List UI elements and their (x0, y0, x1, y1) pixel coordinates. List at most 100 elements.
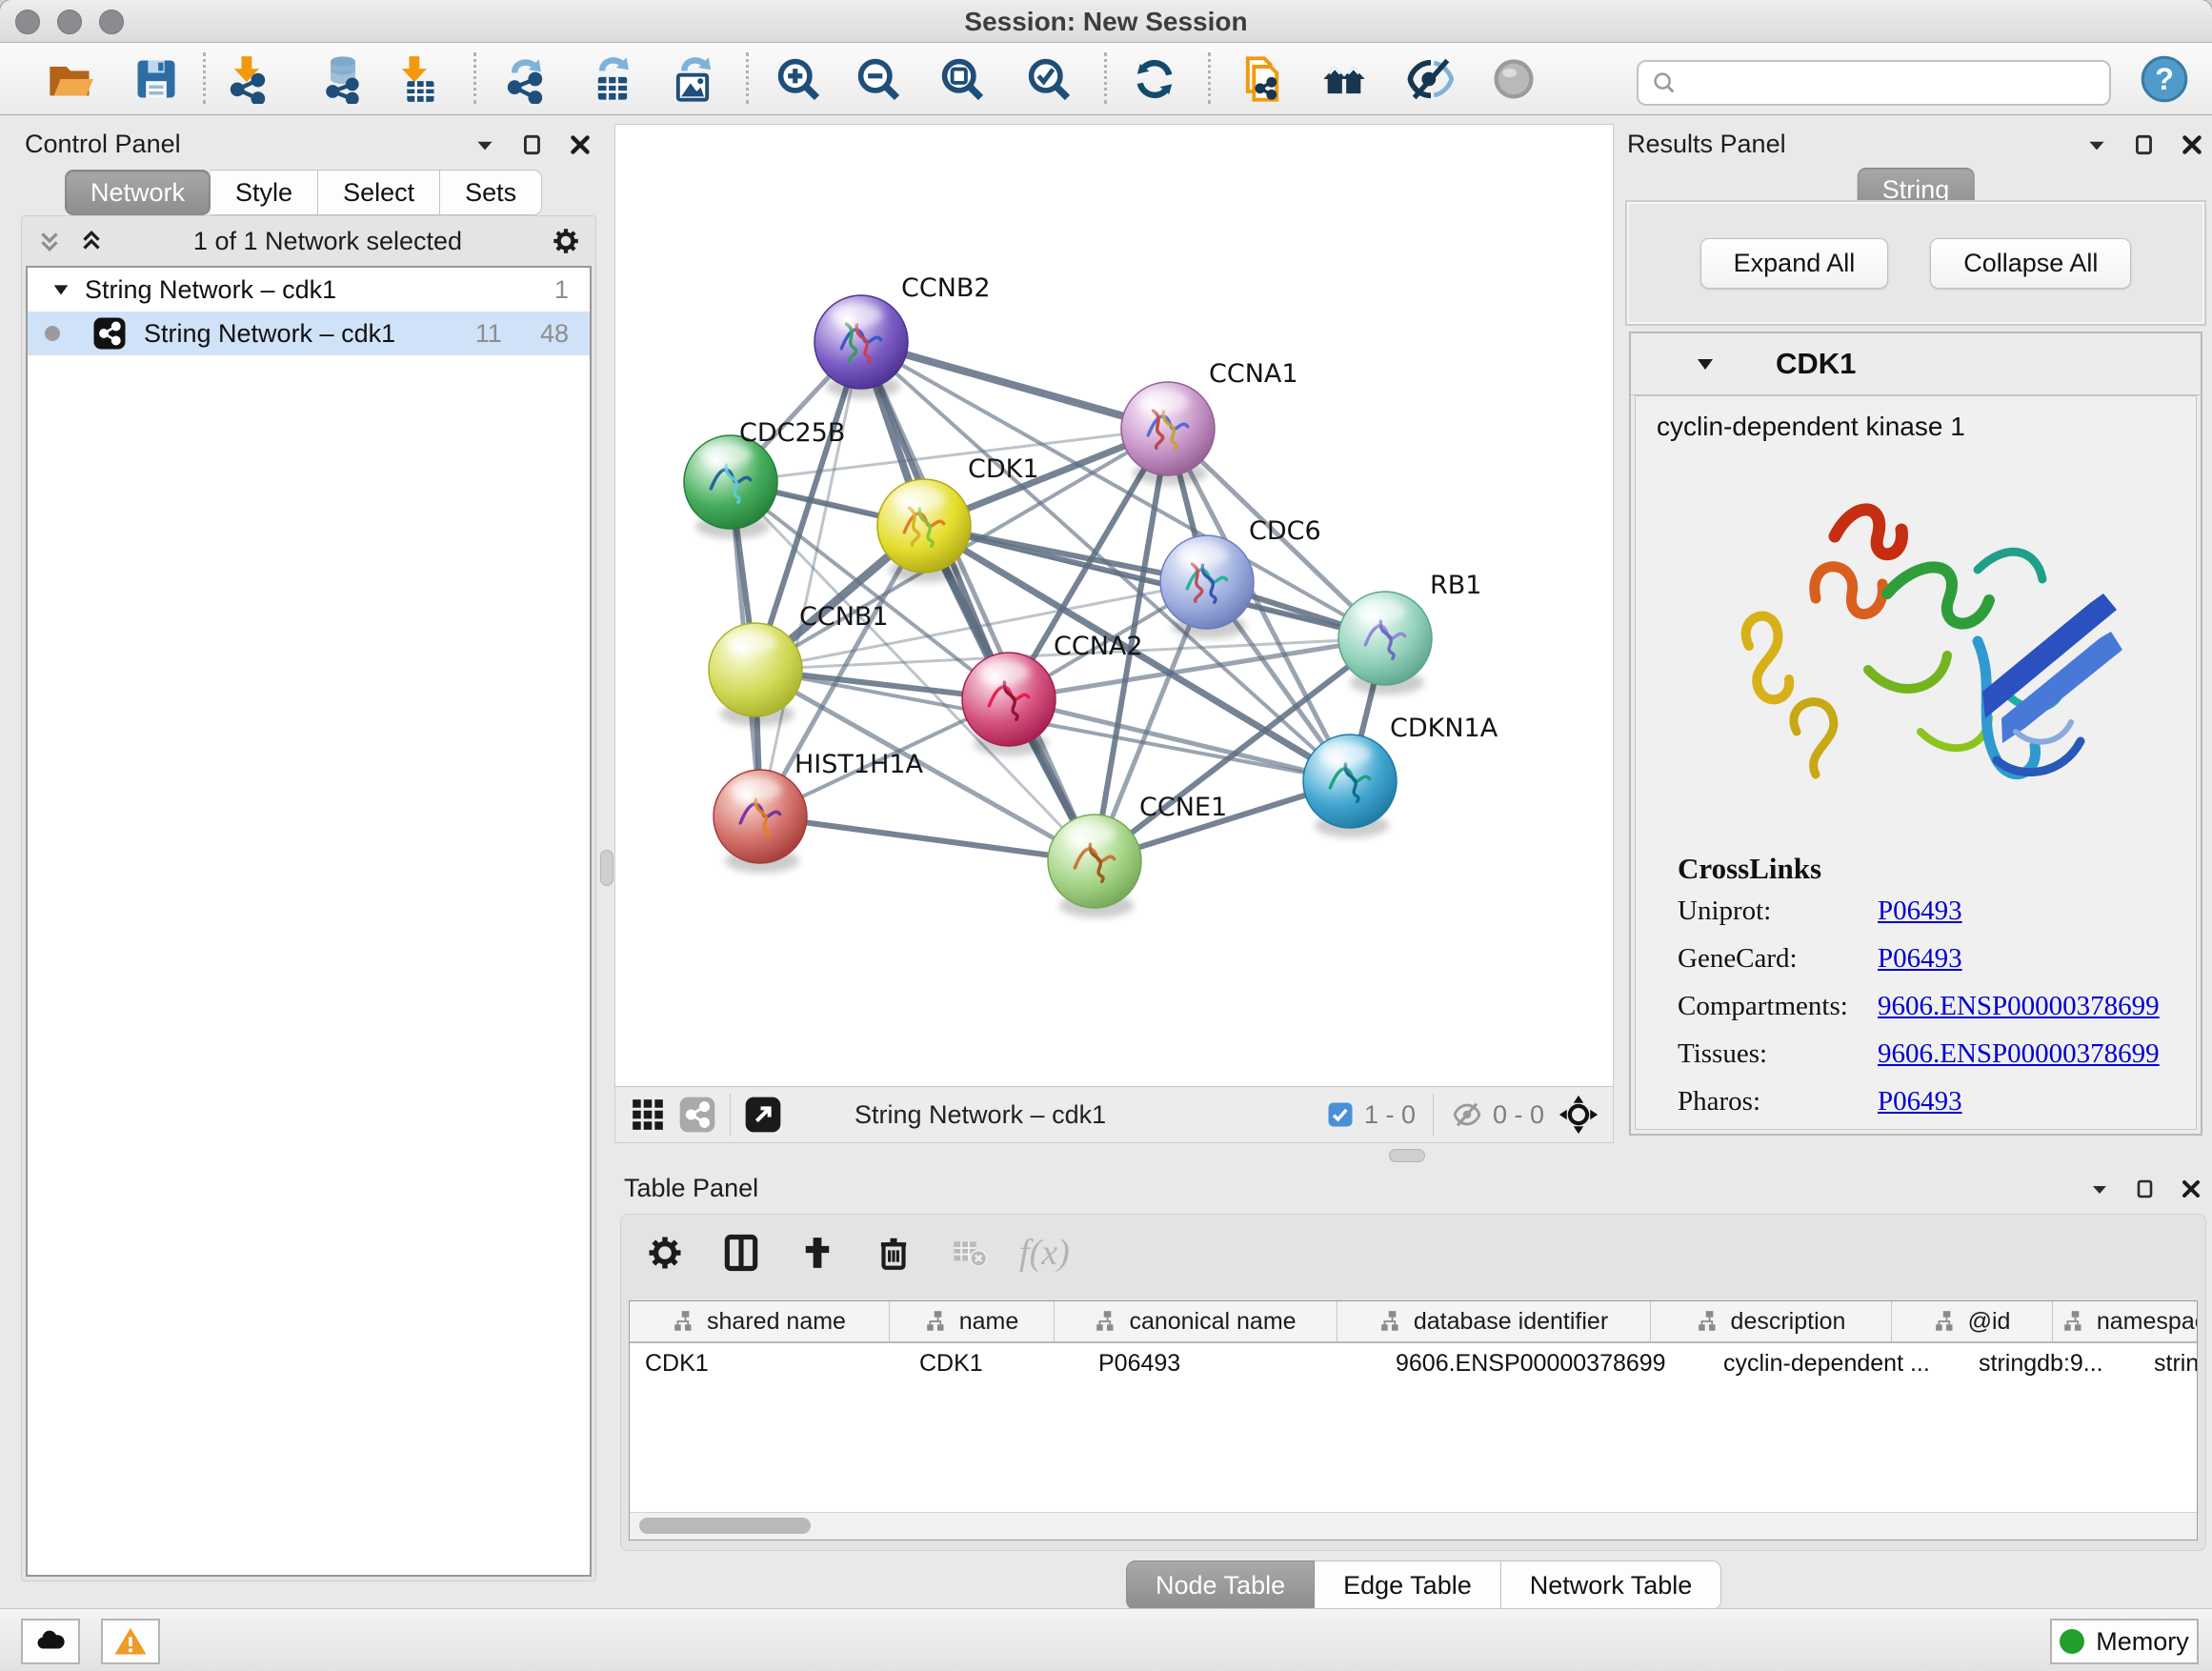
cloud-status-button[interactable] (21, 1619, 80, 1664)
table-cell[interactable]: stringdb (2139, 1343, 2198, 1383)
network-canvas[interactable]: CCNB2CCNA1CDC25BCDK1CDC6RB1CCNB1CCNA2CDK… (615, 125, 1613, 1085)
control-panel-collapse-icon[interactable] (473, 132, 497, 157)
control-panel-float-icon[interactable] (520, 132, 545, 157)
network-edge-HIST1H1A-CCNE1[interactable] (760, 816, 1095, 861)
window-title: Session: New Session (0, 7, 2212, 37)
control-panel-close-icon[interactable] (568, 132, 593, 157)
network-collection-row[interactable]: String Network – cdk1 1 (28, 268, 590, 312)
crosslink-value-link[interactable]: P06493 (1878, 943, 2196, 975)
string-view-icon[interactable] (673, 1092, 722, 1137)
results-panel-close-icon[interactable] (2180, 132, 2204, 157)
hide-selected-icon[interactable] (1404, 52, 1458, 106)
crosslink-value-link[interactable]: 9606.ENSP00000378699 (1878, 1038, 2196, 1070)
table-panel-close-icon[interactable] (2180, 1178, 2202, 1200)
network-node-CCNB1[interactable] (709, 623, 802, 726)
network-edge-CCNB2-HIST1H1A[interactable] (760, 342, 861, 816)
first-neighbors-icon[interactable] (1317, 52, 1371, 106)
export-image-icon[interactable] (666, 52, 719, 106)
table-gear-icon[interactable] (638, 1226, 692, 1279)
zoom-in-icon[interactable] (772, 52, 825, 106)
tab-sets[interactable]: Sets (440, 170, 542, 215)
import-network-from-database-icon[interactable] (316, 52, 370, 106)
select-columns-icon[interactable] (714, 1226, 768, 1279)
network-node-CDC6[interactable] (1160, 535, 1254, 638)
network-node-CCNB2[interactable] (814, 295, 908, 398)
memory-status-dot (2060, 1629, 2084, 1654)
warnings-button[interactable] (101, 1619, 160, 1664)
zoom-out-icon[interactable] (852, 52, 905, 106)
network-node-CDK1[interactable] (877, 479, 971, 582)
memory-button[interactable]: Memory (2050, 1619, 2199, 1664)
network-node-RB1[interactable] (1338, 592, 1432, 695)
birds-eye-view-icon[interactable] (1554, 1092, 1603, 1137)
network-node-CCNE1[interactable] (1048, 815, 1141, 917)
table-cell[interactable]: 9606.ENSP00000378699 (1380, 1343, 1708, 1383)
column-header--id[interactable]: @id (1892, 1301, 2053, 1341)
network-row-selected[interactable]: String Network – cdk1 11 48 (28, 312, 590, 355)
add-column-icon[interactable] (791, 1226, 844, 1279)
horizontal-splitter-grip[interactable] (1389, 1149, 1425, 1162)
refresh-network-view-icon[interactable] (1128, 52, 1181, 106)
help-icon[interactable]: ? (2138, 52, 2191, 106)
expand-all-button[interactable]: Expand All (1700, 238, 1889, 289)
open-session-icon[interactable] (44, 52, 97, 106)
table-cell[interactable]: cyclin-dependent ... (1708, 1343, 1963, 1383)
open-in-window-icon[interactable] (738, 1092, 788, 1137)
crosslink-value-link[interactable]: 9606.ENSP00000378699 (1878, 991, 2196, 1022)
column-header-name[interactable]: name (890, 1301, 1055, 1341)
crosslink-row: Tissues:9606.ENSP00000378699 (1678, 1038, 2196, 1070)
table-hscrollbar-thumb[interactable] (639, 1518, 811, 1534)
table-cell[interactable]: stringdb:9... (1963, 1343, 2139, 1383)
tab-network-table[interactable]: Network Table (1501, 1560, 1722, 1610)
gene-section-header[interactable]: CDK1 (1631, 333, 2201, 395)
cloud-icon (33, 1624, 68, 1659)
network-edge-CCNB2-CCNE1[interactable] (861, 342, 1095, 861)
search-field[interactable] (1637, 60, 2111, 106)
search-input[interactable] (1686, 65, 2109, 101)
export-table-icon[interactable] (586, 52, 639, 106)
export-network-icon[interactable] (498, 52, 552, 106)
collapse-all-button[interactable]: Collapse All (1930, 238, 2131, 289)
network-options-gear-icon[interactable] (550, 225, 582, 257)
selected-checkbox-icon[interactable] (1326, 1100, 1355, 1129)
table-panel-float-icon[interactable] (2134, 1178, 2157, 1200)
table-cell[interactable]: CDK1 (630, 1343, 904, 1383)
table-panel-collapse-icon[interactable] (2088, 1178, 2111, 1200)
crosslink-value-link[interactable]: P06493 (1878, 1086, 2196, 1117)
column-header-description[interactable]: description (1651, 1301, 1892, 1341)
import-network-from-file-icon[interactable] (221, 52, 274, 106)
gene-collapse-icon[interactable] (1694, 352, 1717, 375)
tab-style[interactable]: Style (211, 170, 318, 215)
network-node-CCNA1[interactable] (1121, 382, 1215, 485)
results-panel-float-icon[interactable] (2132, 132, 2157, 157)
network-node-HIST1H1A[interactable] (714, 770, 807, 873)
column-header-label: shared name (707, 1308, 846, 1336)
delete-column-trash-icon[interactable] (867, 1226, 920, 1279)
column-header-database-identifier[interactable]: database identifier (1337, 1301, 1651, 1341)
save-session-icon[interactable] (130, 52, 183, 106)
left-splitter-grip[interactable] (600, 850, 613, 886)
zoom-selected-region-icon[interactable] (1022, 52, 1076, 106)
table-cell[interactable]: P06493 (1083, 1343, 1380, 1383)
column-header-namespace[interactable]: namespace (2053, 1301, 2198, 1341)
expand-all-networks-icon[interactable] (77, 227, 106, 255)
zoom-fit-content-icon[interactable] (935, 52, 989, 106)
import-table-from-file-icon[interactable] (389, 52, 442, 106)
tab-network[interactable]: Network (65, 170, 211, 215)
tab-node-table[interactable]: Node Table (1126, 1560, 1315, 1610)
tab-select[interactable]: Select (318, 170, 440, 215)
tab-edge-table[interactable]: Edge Table (1315, 1560, 1501, 1610)
network-node-CCNA2[interactable] (962, 653, 1056, 755)
crosslink-value-link[interactable]: P06493 (1878, 896, 2196, 927)
grid-view-icon[interactable] (623, 1092, 673, 1137)
collapse-all-networks-icon[interactable] (35, 227, 64, 255)
new-network-from-selection-icon[interactable] (1236, 52, 1289, 106)
column-header-shared-name[interactable]: shared name (630, 1301, 890, 1341)
show-all-icon[interactable] (1487, 52, 1540, 106)
table-hscrollbar-track[interactable] (630, 1512, 2197, 1540)
results-panel-collapse-icon[interactable] (2084, 132, 2109, 157)
table-cell[interactable]: CDK1 (904, 1343, 1083, 1383)
network-node-CDC25B[interactable] (684, 435, 777, 538)
column-header-canonical-name[interactable]: canonical name (1055, 1301, 1337, 1341)
network-node-CDKN1A[interactable] (1303, 735, 1397, 837)
